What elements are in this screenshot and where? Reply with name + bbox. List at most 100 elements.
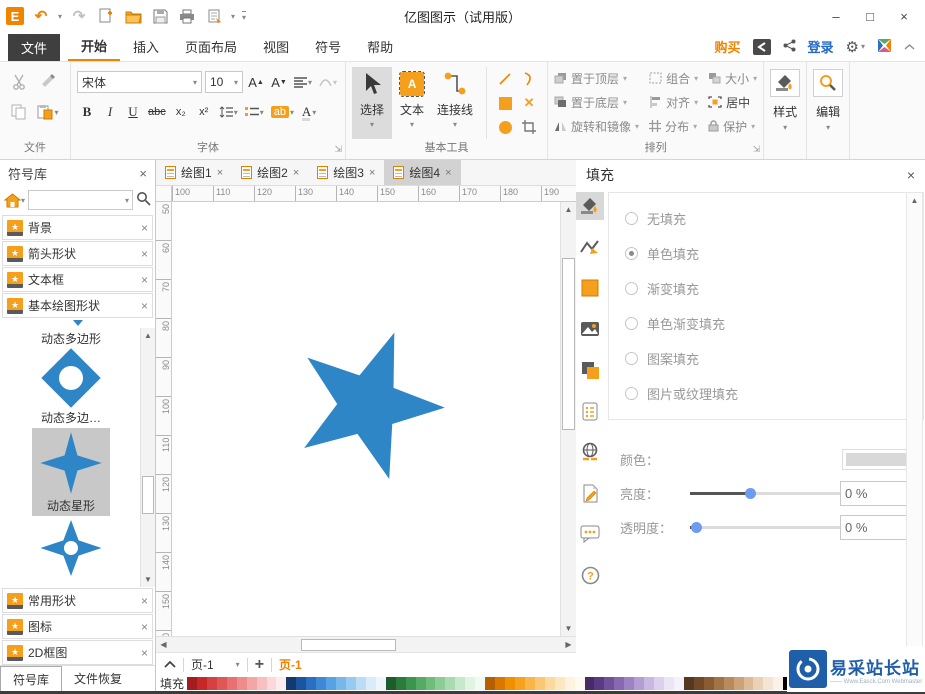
palette-swatch[interactable] — [733, 677, 744, 690]
undo-dropdown-icon[interactable]: ▾ — [58, 12, 62, 21]
crop-tool-icon[interactable] — [522, 120, 537, 134]
grow-font-button[interactable]: A ▲ — [246, 71, 266, 93]
palette-swatch[interactable] — [385, 677, 396, 690]
palette-swatch[interactable] — [405, 677, 416, 690]
palette-swatch[interactable] — [505, 677, 515, 690]
palette-swatch[interactable] — [693, 677, 704, 690]
tab-view[interactable]: 视图 — [250, 32, 302, 61]
doc-tab-3[interactable]: 绘图3 × — [308, 160, 384, 185]
font-color-button[interactable]: A ▾ — [299, 101, 319, 123]
font-family-select[interactable]: 宋体 ▾ — [77, 71, 202, 93]
library-close-icon[interactable]: × — [141, 221, 148, 235]
align-button[interactable]: 对齐 ▾ — [649, 91, 698, 113]
library-search-input[interactable]: ▾ — [28, 190, 133, 210]
superscript-button[interactable]: x² — [194, 101, 214, 123]
palette-swatch[interactable] — [435, 677, 446, 690]
palette-swatch[interactable] — [236, 677, 247, 690]
fill-panel-scrollbar[interactable]: ▲ — [906, 192, 923, 670]
arc-tool-icon[interactable] — [523, 72, 535, 86]
palette-swatch[interactable] — [485, 677, 496, 690]
page-select[interactable]: 页-1 ▾ — [191, 656, 240, 673]
palette-swatch[interactable] — [743, 677, 754, 690]
library-item-common-shapes[interactable]: ★ 常用形状 × — [2, 588, 153, 613]
scroll-right-icon[interactable]: ▶ — [561, 637, 576, 652]
shape-dynamic-polygon[interactable] — [4, 347, 138, 409]
settings-gear-icon[interactable]: ⚙ ▾ — [846, 38, 865, 56]
tab-help[interactable]: 帮助 — [354, 32, 406, 61]
palette-swatch[interactable] — [445, 677, 456, 690]
library-close-icon[interactable]: × — [141, 273, 148, 287]
note-tab-icon[interactable] — [576, 397, 604, 425]
underline-button[interactable]: U — [123, 101, 143, 123]
palette-swatch[interactable] — [266, 677, 277, 690]
collapse-ribbon-icon[interactable] — [904, 40, 915, 54]
customize-toolbar-icon[interactable]: ▾ — [242, 10, 247, 22]
canvas-horizontal-scrollbar[interactable]: ◀ ▶ — [156, 636, 576, 652]
group-button[interactable]: 组合 ▾ — [649, 67, 698, 89]
palette-swatch[interactable] — [713, 677, 724, 690]
palette-swatch[interactable] — [296, 677, 307, 690]
palette-swatch[interactable] — [425, 677, 436, 690]
opacity-slider-thumb[interactable] — [691, 521, 702, 533]
italic-button[interactable]: I — [100, 101, 120, 123]
center-button[interactable]: 居中 — [708, 91, 757, 113]
comment-tab-icon[interactable] — [576, 520, 604, 548]
shrink-font-button[interactable]: A ▼ — [269, 71, 289, 93]
scroll-left-icon[interactable]: ◀ — [156, 637, 171, 652]
text-tool-button[interactable]: A 文本 ▾ — [392, 67, 432, 139]
palette-swatch[interactable] — [206, 677, 217, 690]
palette-swatch[interactable] — [326, 677, 337, 690]
fill-option-pattern[interactable]: 图案填充 — [625, 341, 907, 376]
library-item-arrow-shapes[interactable]: ★ 箭头形状 × — [2, 241, 153, 266]
help-tab-icon[interactable]: ? — [576, 561, 604, 589]
subscript-button[interactable]: x₂ — [171, 101, 191, 123]
palette-swatch[interactable] — [763, 677, 774, 690]
star-shape[interactable] — [282, 324, 454, 486]
library-item-background[interactable]: ★ 背景 × — [2, 215, 153, 240]
gallery-scrollbar-thumb[interactable] — [142, 476, 154, 514]
doc-tab-4-active[interactable]: 绘图4 × — [384, 160, 461, 185]
scroll-down-icon[interactable]: ▼ — [561, 621, 576, 636]
palette-swatch[interactable] — [544, 677, 555, 690]
rectangle-tool-icon[interactable] — [498, 96, 512, 110]
align-text-button[interactable]: ▾ — [292, 71, 314, 93]
palette-swatch[interactable] — [654, 677, 665, 690]
scroll-down-icon[interactable]: ▼ — [141, 572, 156, 587]
shape-dynamic-star-selected[interactable]: 动态星形 — [32, 428, 110, 516]
library-item-textbox[interactable]: ★ 文本框 × — [2, 267, 153, 292]
bullet-list-button[interactable]: ▾ — [243, 101, 266, 123]
style-button[interactable] — [770, 69, 801, 97]
palette-swatch[interactable] — [723, 677, 734, 690]
tab-symbols[interactable]: 符号 — [302, 32, 354, 61]
fill-option-gradient[interactable]: 渐变填充 — [625, 271, 907, 306]
library-search-icon[interactable] — [136, 191, 151, 209]
horizontal-scrollbar-thumb[interactable] — [301, 638, 396, 651]
fill-panel-close-icon[interactable]: × — [907, 167, 915, 183]
palette-swatch[interactable] — [644, 677, 655, 690]
undo-icon[interactable]: ↶ — [31, 6, 51, 26]
shadow-tab-icon[interactable] — [576, 356, 604, 384]
brightness-slider-thumb[interactable] — [745, 487, 756, 499]
scroll-up-icon[interactable]: ▲ — [141, 328, 156, 343]
palette-swatch[interactable] — [773, 677, 784, 690]
palette-swatch[interactable] — [683, 677, 694, 690]
library-item-basic-drawing[interactable]: ★ 基本绘图形状 × — [2, 293, 153, 318]
tab-page-layout[interactable]: 页面布局 — [172, 32, 250, 61]
palette-swatch[interactable] — [365, 677, 376, 690]
picture-tab-icon[interactable] — [576, 315, 604, 343]
print-icon[interactable] — [177, 6, 197, 26]
fill-option-none[interactable]: 无填充 — [625, 201, 907, 236]
share-icon[interactable] — [783, 39, 796, 55]
scroll-up-icon[interactable]: ▲ — [561, 202, 576, 217]
tab-close-icon[interactable]: × — [217, 167, 223, 179]
palette-swatch[interactable] — [286, 677, 297, 690]
scroll-up-icon[interactable]: ▲ — [907, 193, 922, 208]
new-file-icon[interactable] — [96, 6, 116, 26]
drawing-canvas[interactable] — [172, 202, 560, 636]
arrange-group-expand-icon[interactable]: ⇲ — [753, 144, 761, 155]
library-home-icon[interactable]: ▾ — [4, 192, 25, 208]
protect-button[interactable]: 保护 ▾ — [708, 115, 757, 137]
hyperlink-tab-icon[interactable] — [576, 438, 604, 466]
palette-swatch[interactable] — [673, 677, 684, 690]
library-item-icons[interactable]: ★ 图标 × — [2, 614, 153, 639]
